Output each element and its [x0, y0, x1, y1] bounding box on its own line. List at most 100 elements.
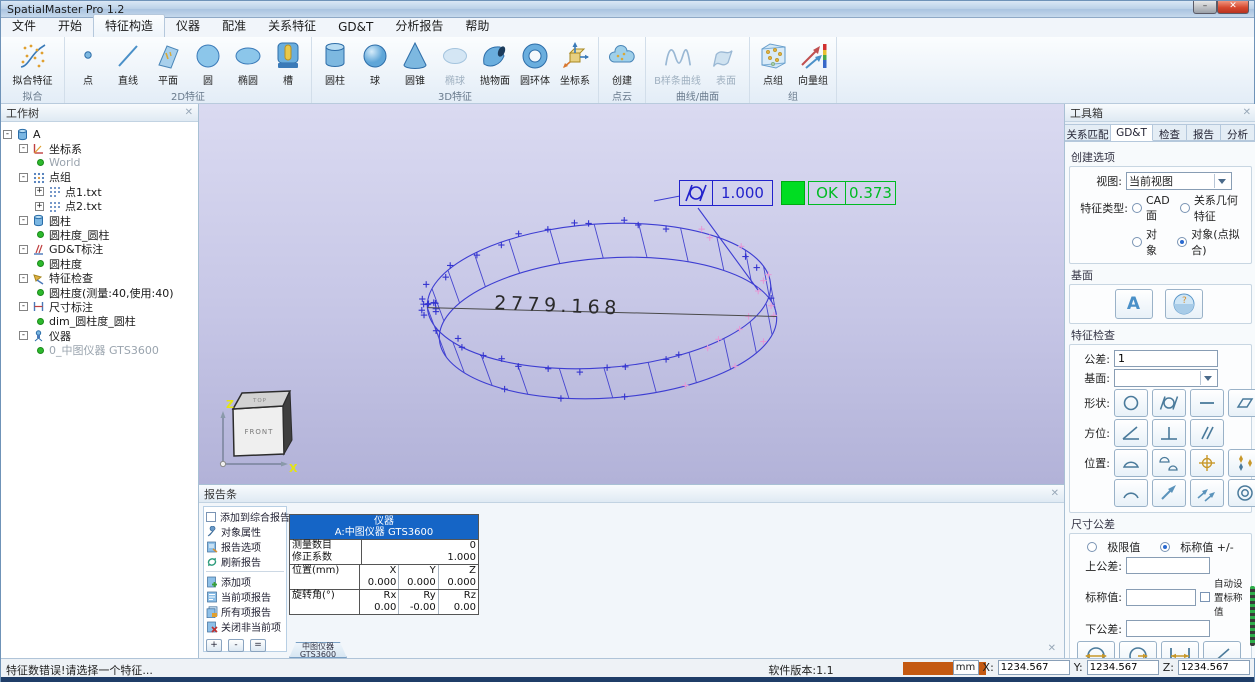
tab-report[interactable]: 报告 — [1187, 124, 1221, 141]
torus-button[interactable]: 圆环体 — [515, 39, 555, 87]
cylindricity-button[interactable] — [1152, 389, 1186, 417]
position-button[interactable] — [1190, 449, 1224, 477]
menu-file[interactable]: 文件 — [1, 15, 47, 37]
ellipse-button[interactable]: 椭圆 — [228, 39, 268, 87]
close-button[interactable]: ✕ — [1217, 1, 1249, 14]
circle-button[interactable]: 圆 — [188, 39, 228, 87]
concentricity-button[interactable] — [1228, 479, 1255, 507]
collapse-icon[interactable] — [19, 245, 28, 254]
collapse-icon[interactable] — [19, 302, 28, 311]
object-properties-button[interactable]: 对象属性 — [206, 524, 284, 539]
menu-instrument[interactable]: 仪器 — [165, 15, 211, 37]
circular-runout-button[interactable] — [1152, 479, 1186, 507]
tree-leaf[interactable]: 0_中图仪器 GTS3600 — [3, 343, 196, 357]
bspline-button[interactable]: B样条曲线 — [649, 39, 706, 87]
report-page-tab[interactable]: 中图仪器 GTS3600 — [289, 642, 347, 658]
tree-node[interactable]: 特征检查 — [3, 271, 196, 285]
tab-relation-match[interactable]: 关系匹配 — [1065, 124, 1111, 141]
straightness-button[interactable] — [1190, 389, 1224, 417]
radio-limit-value[interactable] — [1087, 542, 1097, 552]
x-coordinate-input[interactable] — [998, 660, 1070, 675]
symmetry-button[interactable] — [1228, 449, 1255, 477]
point-button[interactable]: 点 — [68, 39, 108, 87]
create-pointcloud-button[interactable]: 创建 — [602, 39, 642, 87]
tab-inspect[interactable]: 检查 — [1153, 124, 1187, 141]
toolbox-scrollbar[interactable] — [1250, 586, 1255, 646]
angularity-button[interactable] — [1114, 419, 1148, 447]
radio-object[interactable] — [1132, 237, 1142, 247]
tree-node[interactable]: 点1.txt — [3, 185, 196, 199]
cone-button[interactable]: 圆锥 — [395, 39, 435, 87]
flatness-button[interactable] — [1228, 389, 1255, 417]
radius-button[interactable] — [1119, 641, 1157, 658]
parallelism-button[interactable] — [1190, 419, 1224, 447]
all-items-report-button[interactable]: 所有项报告 — [206, 604, 284, 619]
radio-object-point-fit[interactable] — [1177, 237, 1187, 247]
unit-box[interactable]: mm — [953, 660, 979, 675]
tree-node[interactable]: 圆柱 — [3, 213, 196, 227]
cylinder-button[interactable]: 圆柱 — [315, 39, 355, 87]
tree-node[interactable]: 点2.txt — [3, 199, 196, 213]
radio-relation-feature[interactable] — [1180, 203, 1190, 213]
tree-leaf[interactable]: 圆柱度(测量:40,使用:40) — [3, 285, 196, 299]
3d-viewport[interactable]: 2779.168 TOP FRONT Z X 1.000 — [199, 104, 1064, 484]
line-button[interactable]: 直线 — [108, 39, 148, 87]
angle-button[interactable] — [1203, 641, 1241, 658]
tree-leaf[interactable]: 圆柱度_圆柱 — [3, 228, 196, 242]
collapse-icon[interactable] — [19, 216, 28, 225]
datum-a-button[interactable]: A — [1115, 289, 1153, 319]
view-cube[interactable]: TOP FRONT Z X — [220, 391, 298, 475]
z-coordinate-input[interactable] — [1178, 660, 1250, 675]
tolerance-input[interactable] — [1114, 350, 1218, 367]
sphere-button[interactable]: 球 — [355, 39, 395, 87]
point-group-button[interactable]: 点组 — [753, 39, 793, 87]
tree-node-root[interactable]: A — [3, 127, 196, 141]
tree-node[interactable]: GD&T标注 — [3, 242, 196, 256]
collapse-icon[interactable] — [19, 144, 28, 153]
slot-button[interactable]: 槽 — [268, 39, 308, 87]
datum-select[interactable] — [1114, 369, 1218, 387]
add-item-button[interactable]: 添加项 — [206, 574, 284, 589]
surface-profile-button[interactable] — [1114, 449, 1148, 477]
report-options-button[interactable]: 报告选项 — [206, 539, 284, 554]
plane-button[interactable]: 平面 — [148, 39, 188, 87]
tree-node[interactable]: 点组 — [3, 170, 196, 184]
ellipsoid-button[interactable]: 椭球 — [435, 39, 475, 87]
worktree-close-icon[interactable]: ✕ — [185, 107, 193, 118]
menu-gdt[interactable]: GD&T — [327, 18, 384, 37]
radio-cad-face[interactable] — [1132, 203, 1142, 213]
expand-icon[interactable] — [35, 187, 44, 196]
tree-node[interactable]: 坐标系 — [3, 141, 196, 155]
diameter-button[interactable] — [1077, 641, 1115, 658]
surface-button[interactable]: 表面 — [706, 39, 746, 87]
menu-start[interactable]: 开始 — [47, 15, 93, 37]
nominal-value-input[interactable] — [1126, 589, 1196, 606]
tab-analysis[interactable]: 分析 — [1221, 124, 1255, 141]
tree-leaf[interactable]: 圆柱度 — [3, 257, 196, 271]
menu-help[interactable]: 帮助 — [454, 15, 500, 37]
report-page-close-icon[interactable]: ✕ — [1048, 643, 1056, 654]
menu-feature-construct[interactable]: 特征构造 — [93, 14, 165, 37]
zoom-out-button[interactable]: - — [228, 639, 244, 652]
roundness-button[interactable] — [1114, 389, 1148, 417]
y-coordinate-input[interactable] — [1087, 660, 1159, 675]
coordinate-system-button[interactable]: 坐标系 — [555, 39, 595, 87]
total-runout-button[interactable] — [1190, 479, 1224, 507]
close-non-current-button[interactable]: 关闭非当前项 — [206, 619, 284, 634]
menu-alignment[interactable]: 配准 — [211, 15, 257, 37]
radio-nominal-value[interactable] — [1160, 542, 1170, 552]
toolbox-close-icon[interactable]: ✕ — [1243, 107, 1251, 118]
paraboloid-button[interactable]: 抛物面 — [475, 39, 515, 87]
collapse-icon[interactable] — [19, 173, 28, 182]
lower-tolerance-input[interactable] — [1126, 620, 1210, 637]
perpendicularity-button[interactable] — [1152, 419, 1186, 447]
zoom-fit-button[interactable]: = — [250, 639, 266, 652]
menu-relation-feature[interactable]: 关系特征 — [257, 15, 327, 37]
collapse-icon[interactable] — [19, 331, 28, 340]
line-profile-button[interactable] — [1114, 479, 1148, 507]
expand-icon[interactable] — [35, 202, 44, 211]
auto-nominal-checkbox[interactable] — [1200, 592, 1210, 602]
vector-group-button[interactable]: 向量组 — [793, 39, 833, 87]
minimize-button[interactable]: – — [1193, 1, 1217, 14]
distance-button[interactable] — [1161, 641, 1199, 658]
